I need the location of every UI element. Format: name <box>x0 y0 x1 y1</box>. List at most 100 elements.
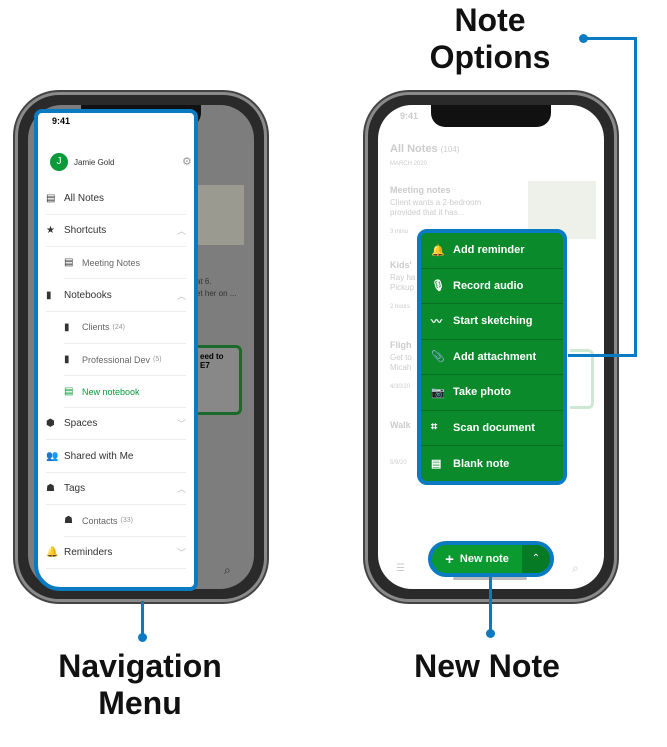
blank-note-icon: ▤ <box>431 458 442 471</box>
nav-item-label: Notebooks <box>64 289 112 301</box>
menu-item-label: Record audio <box>453 279 524 292</box>
chevron-up-icon[interactable]: ︿ <box>177 224 186 237</box>
chevron-up-icon[interactable]: ︿ <box>177 482 186 495</box>
nav-item-label: Professional Dev <box>82 354 151 365</box>
bg-card: eed to E7 <box>196 345 242 415</box>
note-time: 3 minu <box>390 229 409 235</box>
microphone-icon: 🎙 <box>431 280 445 293</box>
sketch-icon: 〰 <box>431 316 442 329</box>
people-icon: 👥 <box>46 450 59 462</box>
nav-item-count: (5) <box>153 356 162 363</box>
note-icon: ▤ <box>46 193 56 204</box>
bg-text: et her on ... <box>196 289 237 298</box>
chevron-up-icon[interactable]: ︿ <box>177 289 186 302</box>
nav-item[interactable]: ▤ All Notes <box>46 183 186 215</box>
menu-item[interactable]: 〰 Start sketching <box>421 304 563 340</box>
nav-item[interactable]: ★ Shortcuts ︿ <box>46 215 186 248</box>
callout-dot <box>138 633 147 642</box>
status-time: 9:41 <box>400 111 419 121</box>
callout-line <box>634 37 637 357</box>
note-snippet: Ray ha <box>390 273 416 282</box>
nav-item-count: (33) <box>120 517 133 524</box>
paperclip-icon: 📎 <box>431 351 445 364</box>
cube-icon: ⬢ <box>46 418 55 430</box>
nav-item[interactable]: ▮ Clients (24) <box>64 312 186 344</box>
callout-dot <box>486 629 495 638</box>
nav-item-label: Spaces <box>64 418 98 430</box>
nav-item-label: All Notes <box>64 193 105 204</box>
nav-item[interactable]: 👥 Shared with Me <box>46 441 186 473</box>
nav-item-count: (24) <box>112 323 125 331</box>
note-time: 2 hours <box>390 304 411 310</box>
gear-icon[interactable]: ⚙ <box>182 155 192 168</box>
nav-item[interactable]: ⬢ Spaces ﹀ <box>46 408 186 441</box>
nav-item-label: Shared with Me <box>64 450 134 462</box>
chevron-down-icon[interactable]: ﹀ <box>177 417 186 430</box>
note-options-menu: 🔔 Add reminder 🎙 Record audio 〰 Start sketchi… <box>417 229 567 485</box>
chevron-up-icon[interactable]: ⌃ <box>522 545 550 573</box>
menu-item[interactable]: 🎙 Record audio <box>421 269 563 304</box>
nav-item-label: Tags <box>64 482 86 494</box>
notebook-icon: ▮ <box>46 289 52 301</box>
nav-item[interactable]: ☗ Tags ︿ <box>46 473 186 505</box>
note-options-label: Note Options <box>429 2 551 75</box>
navigation-menu: 9:41 J Jamie Gold ⚙ ▤ All Notes ★ Shortcuts… <box>34 109 198 591</box>
new-note-button[interactable]: + New note ⌃ <box>428 541 554 577</box>
notch <box>431 105 551 127</box>
nav-item[interactable]: ▤ New notebook <box>64 376 186 409</box>
callout-line <box>141 601 144 637</box>
tag-icon: ☗ <box>64 515 73 526</box>
note-title: Kids' <box>390 260 412 270</box>
new-notebook-icon: ▤ <box>64 386 74 398</box>
note-snippet: Client wants a 2-bedroom <box>390 198 482 207</box>
scan-icon: ⌗ <box>431 421 438 434</box>
nav-item-label: Meeting Notes <box>82 257 141 268</box>
note-snippet: provided that it has... <box>390 208 465 217</box>
note-title: Meeting notes <box>390 185 451 195</box>
bell-icon: 🔔 <box>431 244 445 257</box>
avatar[interactable]: J <box>50 153 68 171</box>
menu-item[interactable]: ▤ Blank note <box>421 446 563 482</box>
tag-icon: ☗ <box>46 482 55 494</box>
notes-title: All Notes (104) <box>390 143 460 155</box>
user-name: Jamie Gold <box>74 158 115 167</box>
nav-item[interactable]: ▤ Meeting Notes <box>64 247 186 280</box>
menu-item-label: Add reminder <box>453 244 525 257</box>
nav-item[interactable]: ▮ Professional Dev (5) <box>64 344 186 376</box>
note-snippet: Get to <box>390 353 412 362</box>
search-icon[interactable]: ⌕ <box>224 563 231 578</box>
search-icon[interactable]: ⌕ <box>572 561 579 576</box>
nav-item[interactable]: ☗ Contacts (33) <box>64 505 186 537</box>
note-icon: ▤ <box>64 257 74 269</box>
menu-item-label: Scan document <box>453 421 535 434</box>
nav-item[interactable]: ▮ Notebooks ︿ <box>46 280 186 312</box>
menu-item[interactable]: 📷 Take photo <box>421 375 563 411</box>
notebook-icon: ▮ <box>64 321 70 333</box>
nav-item-label: Contacts <box>82 515 118 526</box>
callout-line <box>489 577 492 633</box>
nav-item-label: Clients <box>82 322 110 333</box>
plus-icon: + <box>445 550 454 568</box>
left-phone: at 6. et her on ... eed to E7 ⌕ 9:41 J Ja… <box>15 92 267 642</box>
bell-icon: 🔔 <box>46 547 59 559</box>
menu-icon[interactable]: ☰ <box>396 563 405 574</box>
month-header: MARCH 2020 <box>390 161 428 167</box>
new-note-label: New Note <box>414 648 560 684</box>
chevron-down-icon[interactable]: ﹀ <box>177 546 186 559</box>
menu-item-label: Blank note <box>453 457 510 470</box>
callout-line <box>583 37 637 40</box>
nav-item-label: New notebook <box>82 386 140 397</box>
callout-line <box>568 354 637 357</box>
note-snippet: Pickup <box>390 283 415 292</box>
nav-item[interactable]: 🔔 Reminders ﹀ <box>46 537 186 570</box>
menu-item[interactable]: 🔔 Add reminder <box>421 233 563 269</box>
note-title: Walk <box>390 420 411 430</box>
right-phone: 9:41 All Notes (104) MARCH 2020 Meeting … <box>365 92 617 638</box>
menu-item-label: Add attachment <box>453 350 537 363</box>
menu-item[interactable]: 📎 Add attachment <box>421 340 563 375</box>
menu-item-label: Start sketching <box>453 315 533 328</box>
menu-item-label: Take photo <box>453 386 511 399</box>
new-note-label: New note <box>459 553 509 565</box>
menu-item[interactable]: ⌗ Scan document <box>421 411 563 446</box>
bg-card <box>570 349 594 409</box>
